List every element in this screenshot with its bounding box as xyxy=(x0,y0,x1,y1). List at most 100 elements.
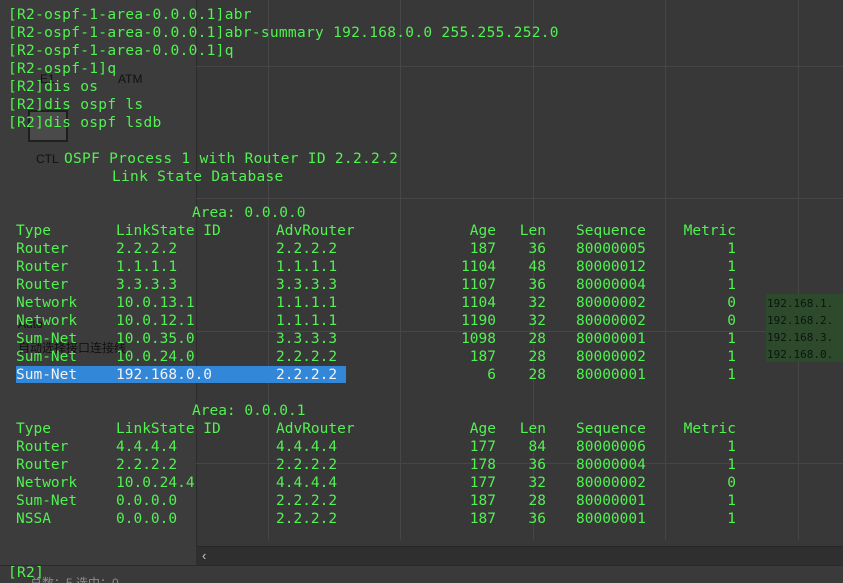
table-cell: 10.0.12.1 xyxy=(116,313,195,329)
command-line: [R2]dis ospf lsdb xyxy=(8,115,162,131)
column-header: Age xyxy=(469,223,496,239)
table-cell: 1104 xyxy=(461,259,496,275)
table-cell: Network xyxy=(16,313,78,329)
table-cell: 10.0.13.1 xyxy=(116,295,195,311)
scroll-left-icon[interactable]: ‹ xyxy=(202,548,206,563)
table-cell: 0.0.0.0 xyxy=(116,493,178,509)
background-grid-line xyxy=(665,0,666,540)
table-cell: Router xyxy=(16,277,69,293)
column-header: Metric xyxy=(683,223,736,239)
table-cell: NSSA xyxy=(16,511,51,527)
address-line: 192.168.1. xyxy=(767,297,834,310)
table-cell: 2.2.2.2 xyxy=(276,493,338,509)
table-cell: 48 xyxy=(528,259,546,275)
table-cell: 80000001 xyxy=(576,331,646,347)
table-cell: 0 xyxy=(727,295,736,311)
table-cell: 80000004 xyxy=(576,457,646,473)
table-cell: 32 xyxy=(528,295,546,311)
table-cell: 1 xyxy=(727,331,736,347)
table-cell: Router xyxy=(16,259,69,275)
table-cell: 1.1.1.1 xyxy=(116,259,178,275)
table-cell: 177 xyxy=(469,439,496,455)
table-cell: 80000002 xyxy=(576,475,646,491)
status-bar: 总数：5 选中：0 xyxy=(0,565,843,583)
table-cell: 2.2.2.2 xyxy=(116,241,178,257)
table-cell: 1 xyxy=(727,439,736,455)
table-cell: 177 xyxy=(469,475,496,491)
command-line: [R2-ospf-1-area-0.0.0.1]abr-summary 192.… xyxy=(8,25,559,41)
table-cell: 80000002 xyxy=(576,295,646,311)
table-cell: 36 xyxy=(528,277,546,293)
table-cell: 80000005 xyxy=(576,241,646,257)
table-cell: 1 xyxy=(727,259,736,275)
background-grid-line xyxy=(400,0,401,540)
column-header: AdvRouter xyxy=(276,421,355,437)
column-header: Type xyxy=(16,223,51,239)
device-label-ctl: CTL xyxy=(36,152,59,166)
table-cell: 3.3.3.3 xyxy=(276,277,338,293)
table-cell: 4.4.4.4 xyxy=(116,439,178,455)
table-cell: 36 xyxy=(528,241,546,257)
table-cell: 10.0.24.4 xyxy=(116,475,195,491)
table-cell: 187 xyxy=(469,511,496,527)
table-cell: 1 xyxy=(727,493,736,509)
table-cell: 1098 xyxy=(461,331,496,347)
column-header: Metric xyxy=(683,421,736,437)
table-cell: 0 xyxy=(727,475,736,491)
horizontal-scrollbar[interactable]: ‹ xyxy=(196,546,843,565)
command-line: [R2-ospf-1]q xyxy=(8,61,117,77)
column-header: AdvRouter xyxy=(276,223,355,239)
table-cell: 28 xyxy=(528,349,546,365)
area-title: Area: 0.0.0.0 xyxy=(192,205,306,221)
table-cell: 1 xyxy=(727,277,736,293)
table-cell: 187 xyxy=(469,241,496,257)
table-cell: Network xyxy=(16,295,78,311)
final-prompt[interactable]: [R2] xyxy=(8,564,44,582)
table-cell: Router xyxy=(16,439,69,455)
table-cell: 28 xyxy=(528,493,546,509)
column-header: Sequence xyxy=(576,223,646,239)
table-cell: 1.1.1.1 xyxy=(276,259,338,275)
background-address-panel: 192.168.1. 192.168.2. 192.168.3. 192.168… xyxy=(766,294,843,362)
table-cell: 192.168.0.0 xyxy=(116,367,213,383)
table-cell: 80000002 xyxy=(576,313,646,329)
terminal-window[interactable]: CTL ATM E1 Auto 自动选择接口连接线 192.168.1. 192… xyxy=(0,0,843,583)
table-cell: 28 xyxy=(528,367,546,383)
area-title: Area: 0.0.0.1 xyxy=(192,403,306,419)
table-cell: Router xyxy=(16,241,69,257)
ospf-process-header: OSPF Process 1 with Router ID 2.2.2.2 xyxy=(64,151,399,167)
table-cell: 2.2.2.2 xyxy=(276,457,338,473)
table-cell: 2.2.2.2 xyxy=(276,349,338,365)
background-grid-line xyxy=(196,198,843,199)
background-grid-line xyxy=(196,66,843,67)
table-cell: 4.4.4.4 xyxy=(276,439,338,455)
table-cell: 80000006 xyxy=(576,439,646,455)
table-cell: 0.0.0.0 xyxy=(116,511,178,527)
address-line: 192.168.0. xyxy=(767,348,834,361)
table-cell: 178 xyxy=(469,457,496,473)
table-cell: 1107 xyxy=(461,277,496,293)
table-cell: 80000012 xyxy=(576,259,646,275)
table-cell: 2.2.2.2 xyxy=(276,367,338,383)
column-header: LinkState ID xyxy=(116,223,221,239)
table-cell: 80000004 xyxy=(576,277,646,293)
table-cell: 32 xyxy=(528,313,546,329)
table-cell: 187 xyxy=(469,493,496,509)
command-line: [R2-ospf-1-area-0.0.0.1]q xyxy=(8,43,234,59)
table-cell: 1 xyxy=(727,349,736,365)
table-cell: 2.2.2.2 xyxy=(116,457,178,473)
table-cell: 1.1.1.1 xyxy=(276,313,338,329)
table-cell: 6 xyxy=(487,367,496,383)
address-line: 192.168.3. xyxy=(767,331,834,344)
table-cell: 3.3.3.3 xyxy=(276,331,338,347)
command-line: [R2]dis ospf ls xyxy=(8,97,144,113)
table-cell: Network xyxy=(16,475,78,491)
table-cell: 32 xyxy=(528,475,546,491)
table-cell: 1190 xyxy=(461,313,496,329)
table-cell: 28 xyxy=(528,331,546,347)
table-cell: 4.4.4.4 xyxy=(276,475,338,491)
command-line: [R2-ospf-1-area-0.0.0.1]abr xyxy=(8,7,252,23)
table-cell: Sum-Net xyxy=(16,331,78,347)
table-cell: 80000001 xyxy=(576,511,646,527)
table-cell: 2.2.2.2 xyxy=(276,241,338,257)
